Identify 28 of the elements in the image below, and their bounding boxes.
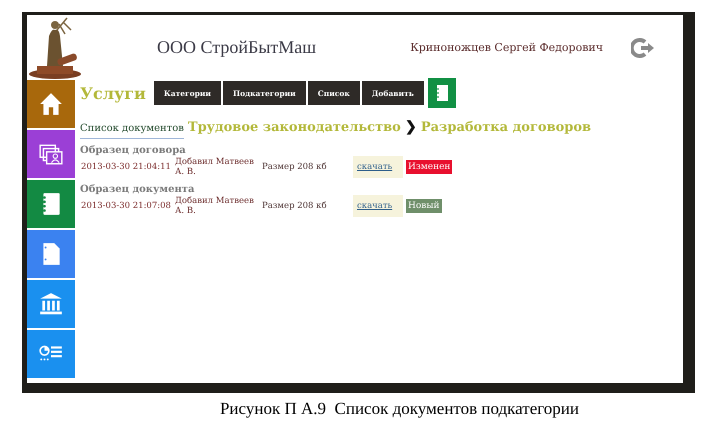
documents-list-link[interactable]: Список документов	[80, 123, 184, 139]
sidebar-tile[interactable]	[27, 180, 75, 228]
file-size: Размер 208 кб	[262, 201, 328, 211]
document-title: Образец документа	[80, 184, 196, 195]
document-date: 2013-03-30 21:04:11	[80, 162, 172, 172]
sidebar-tile[interactable]	[27, 130, 75, 178]
sidebar-tile[interactable]	[27, 330, 75, 378]
company-name: ООО СтройБытМаш	[157, 37, 316, 58]
document-title: Образец договора	[80, 145, 187, 156]
figure-caption: Рисунок П А.9 Список документов подкатегории	[218, 399, 580, 419]
house-icon	[38, 91, 64, 117]
sidebar-tile[interactable]	[27, 80, 75, 128]
status-badge: Изменен	[406, 160, 452, 174]
breadcrumb-separator: ❯	[404, 118, 417, 135]
file-size: Размер 208 кб	[262, 162, 328, 172]
added-by-text: Добавил Матвеев А. В.	[175, 196, 255, 216]
logout-icon[interactable]	[631, 38, 655, 58]
bank-building-icon	[38, 291, 64, 317]
download-link[interactable]: скачать	[353, 195, 403, 217]
section-title: Услуги	[80, 84, 146, 102]
added-by-text: Добавил Матвеев А. В.	[175, 157, 255, 177]
document-date: 2013-03-30 21:07:08	[80, 201, 172, 211]
user-name: Криноножцев Сергей Федорович	[410, 41, 603, 54]
download-link[interactable]: скачать	[353, 156, 403, 178]
notebook-button[interactable]	[428, 78, 456, 108]
sidebar-tile[interactable]	[27, 230, 75, 278]
status-badge: Новый	[406, 199, 442, 213]
sidebar-tile[interactable]	[27, 280, 75, 328]
